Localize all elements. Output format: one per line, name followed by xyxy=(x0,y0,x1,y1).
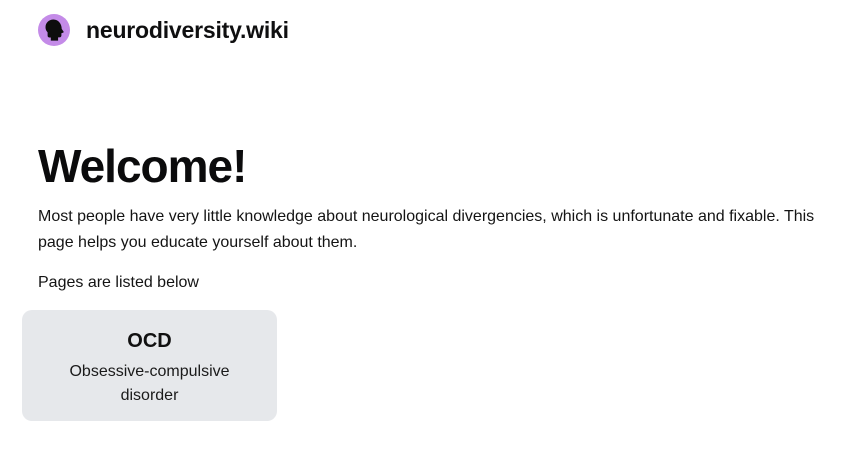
page-cards: OCD Obsessive-compulsive disorder xyxy=(22,310,277,421)
card-description: Obsessive-compulsive disorder xyxy=(69,363,230,404)
card-title: OCD xyxy=(127,330,172,352)
site-name[interactable]: neurodiversity.wiki xyxy=(86,17,289,44)
site-header: neurodiversity.wiki xyxy=(38,13,289,47)
main-content: Welcome! Most people have very little kn… xyxy=(38,138,828,296)
intro-text: Most people have very little knowledge a… xyxy=(38,208,815,251)
head-silhouette-icon[interactable] xyxy=(38,14,70,46)
pages-label: Pages are listed below xyxy=(38,274,199,291)
page-card-ocd[interactable]: OCD Obsessive-compulsive disorder xyxy=(22,310,277,421)
page: neurodiversity.wiki Welcome! Most people… xyxy=(0,0,850,454)
page-title: Welcome! xyxy=(38,140,247,192)
